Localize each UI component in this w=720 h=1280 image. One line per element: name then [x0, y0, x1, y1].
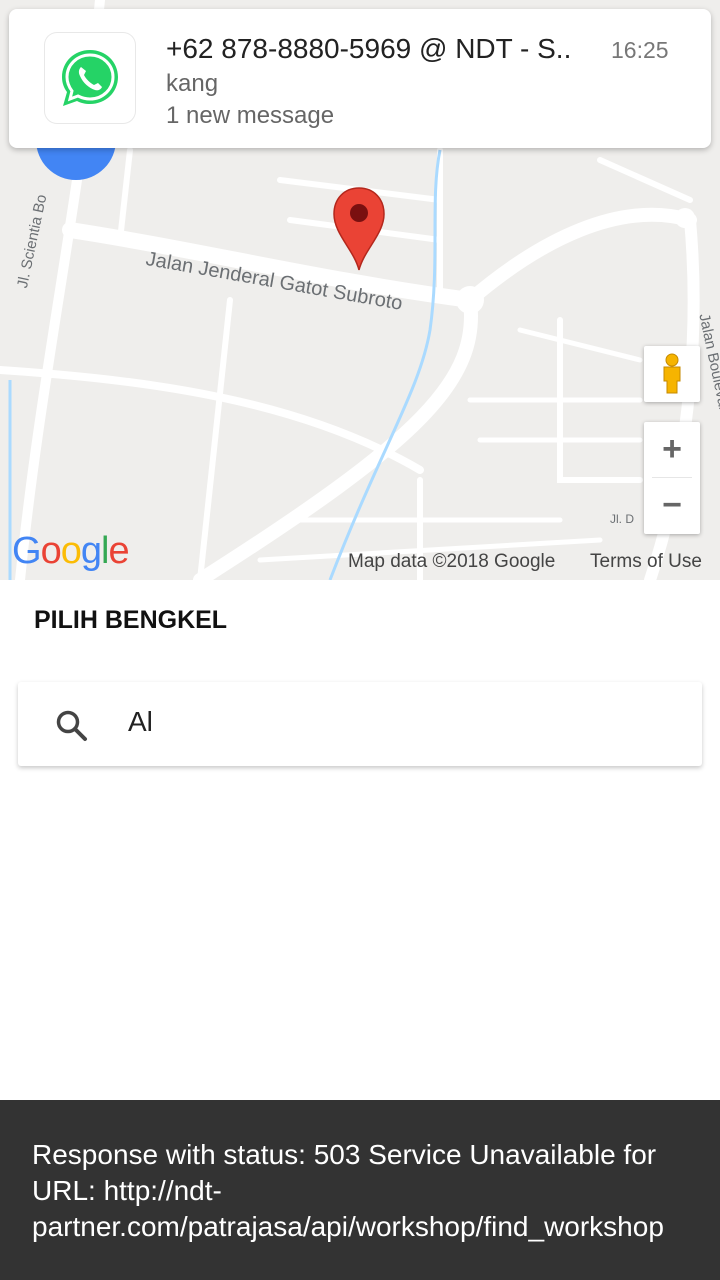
whatsapp-notification[interactable]: +62 878-8880-5969 @ NDT - S.. 16:25 kang…	[9, 9, 711, 148]
notification-title: +62 878-8880-5969 @ NDT - S..	[166, 33, 572, 64]
workshop-search-field[interactable]: Al	[18, 682, 702, 766]
error-toast: Response with status: 503 Service Unavai…	[0, 1100, 720, 1280]
notification-message: 1 new message	[166, 102, 335, 129]
search-icon	[56, 710, 87, 741]
google-logo: Google	[12, 530, 130, 572]
location-pin-icon[interactable]	[332, 186, 386, 272]
road-label-jl-d: Jl. D	[610, 512, 634, 526]
zoom-out-button[interactable]: −	[644, 478, 700, 533]
pegman-icon	[663, 353, 681, 394]
notification-sender: kang	[166, 70, 219, 97]
terms-of-use-link[interactable]: Terms of Use	[590, 551, 702, 573]
sheet-title: PILIH BENGKEL	[34, 606, 228, 634]
notification-time: 16:25	[611, 37, 669, 63]
search-input[interactable]: Al	[128, 706, 153, 738]
workshop-sheet: PILIH BENGKEL Al	[0, 580, 720, 1100]
zoom-in-button[interactable]: +	[644, 422, 700, 477]
street-view-button[interactable]	[644, 346, 700, 402]
zoom-controls: + −	[644, 422, 700, 534]
toast-message: Response with status: 503 Service Unavai…	[32, 1139, 664, 1242]
map-data-attribution: Map data ©2018 Google	[348, 551, 556, 572]
whatsapp-icon	[45, 33, 135, 123]
